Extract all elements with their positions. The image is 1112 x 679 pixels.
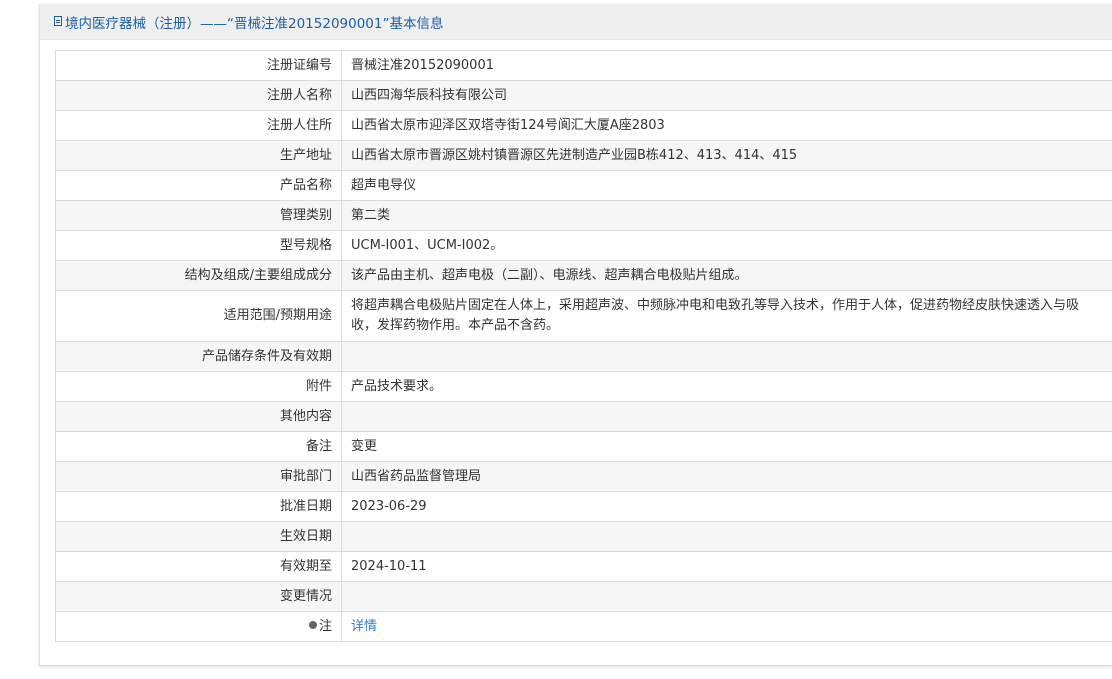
row-label: 注 [318, 618, 332, 634]
row-value: 山西省药品监督管理局 [341, 461, 1112, 492]
row-label: 注册证编号 [55, 50, 342, 81]
row-value: 晋械注准20152090001 [341, 50, 1112, 81]
table-row: 有效期至 2024-10-11 [55, 551, 1112, 582]
details-link[interactable]: 详情 [341, 611, 1112, 642]
row-value [341, 521, 1112, 552]
table-row: 管理类别 第二类 [55, 200, 1112, 231]
row-value: 山西省太原市晋源区姚村镇晋源区先进制造产业园B栋412、413、414、415 [341, 140, 1112, 171]
document-icon [54, 15, 62, 26]
table-row: 适用范围/预期用途 将超声耦合电极贴片固定在人体上，采用超声波、中频脉冲电和电致… [55, 290, 1112, 342]
row-value: 产品技术要求。 [341, 371, 1112, 402]
row-value [341, 581, 1112, 612]
row-value: 2023-06-29 [341, 491, 1112, 522]
page-title: 境内医疗器械（注册）——“晋械注准20152090001”基本信息 [65, 15, 444, 32]
row-value [341, 341, 1112, 372]
row-value: 第二类 [341, 200, 1112, 231]
row-label: 生效日期 [55, 521, 342, 552]
table-row: 生产地址 山西省太原市晋源区姚村镇晋源区先进制造产业园B栋412、413、414… [55, 140, 1112, 171]
row-label: 管理类别 [55, 200, 342, 231]
bullet-icon [308, 620, 317, 629]
table-row: 产品储存条件及有效期 [55, 341, 1112, 372]
table-row: 备注 变更 [55, 431, 1112, 462]
table-row: 批准日期 2023-06-29 [55, 491, 1112, 522]
row-value: 山西省太原市迎泽区双塔寺街124号阆汇大厦A座2803 [341, 110, 1112, 141]
row-label: 其他内容 [55, 401, 342, 432]
table-row: 其他内容 [55, 401, 1112, 432]
row-value: 该产品由主机、超声电极（二副）、电源线、超声耦合电极贴片组成。 [341, 260, 1112, 291]
row-label: 备注 [55, 431, 342, 462]
table-row: 注册证编号 晋械注准20152090001 [55, 50, 1112, 81]
table-row: 结构及组成/主要组成成分 该产品由主机、超声电极（二副）、电源线、超声耦合电极贴… [55, 260, 1112, 291]
row-value: 变更 [341, 431, 1112, 462]
table-row: 注册人住所 山西省太原市迎泽区双塔寺街124号阆汇大厦A座2803 [55, 110, 1112, 141]
row-label: 注册人名称 [55, 80, 342, 111]
row-label: 型号规格 [55, 230, 342, 261]
table-row: 变更情况 [55, 581, 1112, 612]
note-label-cell: 注 [55, 611, 342, 642]
row-label: 适用范围/预期用途 [55, 290, 342, 342]
row-label: 产品储存条件及有效期 [55, 341, 342, 372]
row-value: 超声电导仪 [341, 170, 1112, 201]
row-value [341, 401, 1112, 432]
table-row: 型号规格 UCM-Ⅰ001、UCM-Ⅰ002。 [55, 230, 1112, 261]
table-row: 审批部门 山西省药品监督管理局 [55, 461, 1112, 492]
row-value: 将超声耦合电极贴片固定在人体上，采用超声波、中频脉冲电和电致孔等导入技术，作用于… [341, 290, 1112, 342]
row-value: 2024-10-11 [341, 551, 1112, 582]
table-row: 注 详情 [55, 611, 1112, 642]
row-value: 山西四海华辰科技有限公司 [341, 80, 1112, 111]
table-row: 注册人名称 山西四海华辰科技有限公司 [55, 80, 1112, 111]
info-panel: 境内医疗器械（注册）——“晋械注准20152090001”基本信息 注册证编号 … [39, 4, 1112, 666]
row-label: 附件 [55, 371, 342, 402]
row-label: 有效期至 [55, 551, 342, 582]
panel-header: 境内医疗器械（注册）——“晋械注准20152090001”基本信息 [40, 4, 1112, 40]
table-row: 产品名称 超声电导仪 [55, 170, 1112, 201]
row-label: 注册人住所 [55, 110, 342, 141]
row-label: 批准日期 [55, 491, 342, 522]
info-table: 注册证编号 晋械注准20152090001 注册人名称 山西四海华辰科技有限公司… [55, 50, 1112, 642]
table-row: 附件 产品技术要求。 [55, 371, 1112, 402]
table-row: 生效日期 [55, 521, 1112, 552]
row-label: 产品名称 [55, 170, 342, 201]
row-label: 结构及组成/主要组成成分 [55, 260, 342, 291]
row-label: 变更情况 [55, 581, 342, 612]
row-label: 生产地址 [55, 140, 342, 171]
row-value: UCM-Ⅰ001、UCM-Ⅰ002。 [341, 230, 1112, 261]
row-label: 审批部门 [55, 461, 342, 492]
